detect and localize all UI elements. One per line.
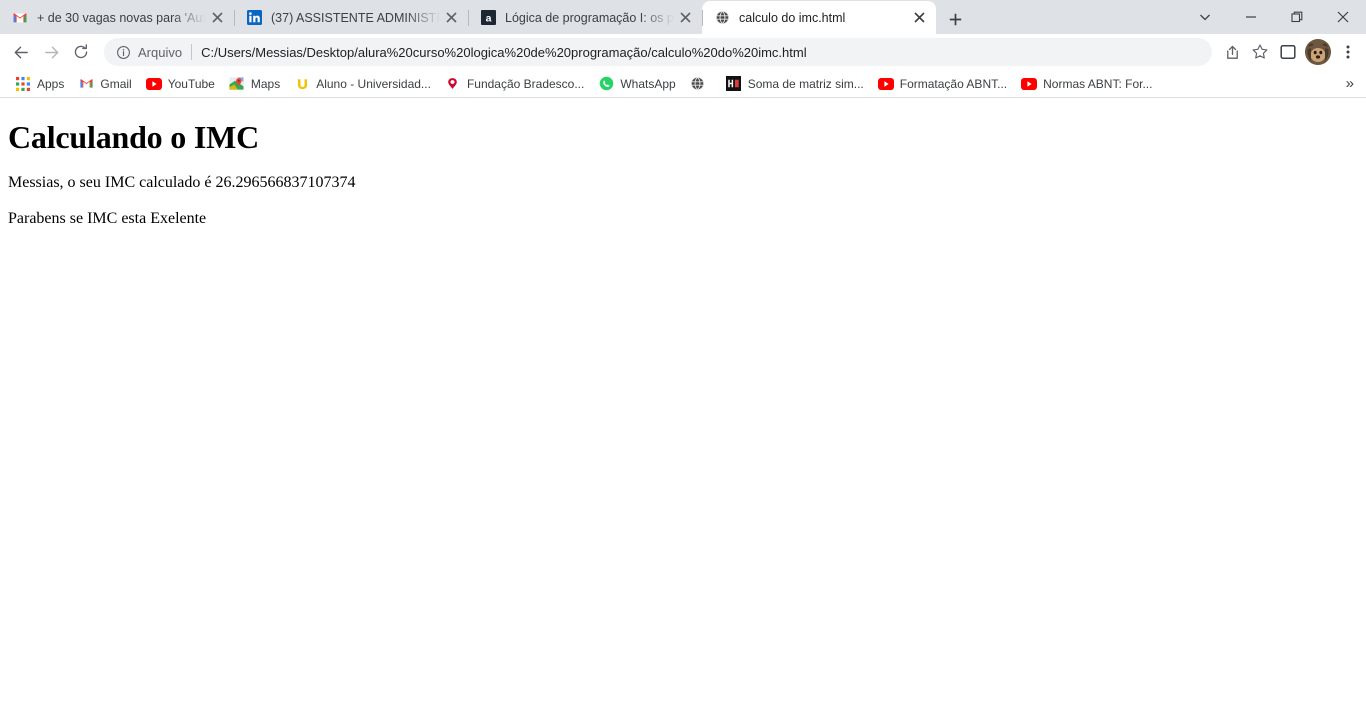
close-icon[interactable] [908,7,930,29]
omnibox-divider [191,44,193,60]
bookmark-unlabeled-globe[interactable] [683,73,719,95]
apps-grid-icon [15,76,31,92]
close-window-button[interactable] [1320,0,1366,34]
close-icon[interactable] [206,7,228,29]
three-dot-menu-icon[interactable] [1334,38,1362,66]
bookmark-label: Formatação ABNT... [899,76,1008,91]
tab-search-button[interactable] [1182,0,1228,34]
star-icon[interactable] [1246,38,1274,66]
bookmark-aluno-universidade[interactable]: Aluno - Universidad... [287,73,438,95]
address-bar[interactable]: Arquivo C:/Users/Messias/Desktop/alura%2… [104,38,1212,66]
bookmark-label: Aluno - Universidad... [316,76,431,91]
share-icon[interactable] [1218,38,1246,66]
youtube-icon [145,76,162,92]
back-arrow-icon[interactable] [6,37,36,67]
youtube-icon [1021,76,1038,92]
bookmark-label: Gmail [100,76,132,91]
side-panel-icon[interactable] [1274,38,1302,66]
browser-tab-active[interactable]: calculo do imc.html [702,1,936,34]
bookmarks-overflow-button[interactable]: » [1342,74,1358,93]
page-content: Calculando o IMC Messias, o seu IMC calc… [0,119,1366,728]
linkedin-icon [246,10,262,26]
maximize-button[interactable] [1274,0,1320,34]
tab-title: Lógica de programação I: os prim [505,10,674,25]
tab-title: calculo do imc.html [739,10,846,25]
bookmark-label: Maps [250,76,281,91]
tab-title: (37) ASSISTENTE ADMINISTRATIV [271,10,440,25]
browser-tab[interactable]: (37) ASSISTENTE ADMINISTRATIV [234,1,468,34]
bookmark-formatacao-abnt[interactable]: Formatação ABNT... [871,73,1014,95]
maps-icon [229,76,245,92]
alura-icon: a [480,10,496,26]
new-tab-button[interactable] [938,5,972,33]
globe-icon [690,76,706,92]
bookmark-soma-de-matriz[interactable]: Soma de matriz sim... [719,73,871,95]
bookmark-maps[interactable]: Maps [222,73,287,95]
bookmark-label: Fundação Bradesco... [466,76,585,91]
svg-text:a: a [485,12,491,24]
bookmark-apps[interactable]: Apps [8,73,71,95]
url-text: C:/Users/Messias/Desktop/alura%20curso%2… [201,44,807,60]
bookmark-youtube[interactable]: YouTube [139,73,222,95]
gmail-icon [12,10,28,26]
window-controls [1182,0,1366,34]
page-title: Calculando o IMC [8,119,260,155]
bookmark-gmail[interactable]: Gmail [71,73,138,95]
u-yellow-icon [294,76,310,92]
bookmark-label: WhatsApp [620,76,676,91]
bookmark-whatsapp[interactable]: WhatsApp [591,73,682,95]
minimize-button[interactable] [1228,0,1274,34]
bookmark-label: YouTube [167,76,215,91]
avatar[interactable] [1305,39,1331,65]
close-icon[interactable] [674,7,696,29]
gmail-icon [78,76,94,92]
bookmark-label: Apps [37,76,65,91]
whatsapp-icon [598,76,614,92]
bookmark-normas-abnt[interactable]: Normas ABNT: For... [1014,73,1159,95]
close-icon[interactable] [440,7,462,29]
bookmark-label: Soma de matriz sim... [747,76,864,91]
tab-title: + de 30 vagas novas para 'Auxilia [37,10,206,25]
black-square-icon [726,76,742,92]
bookmark-label: Normas ABNT: For... [1043,76,1153,91]
bookmark-fundacao-bradesco[interactable]: Fundação Bradesco... [438,73,591,95]
info-circle-icon[interactable] [115,44,131,60]
forward-arrow-icon[interactable] [36,37,66,67]
browser-toolbar: Arquivo C:/Users/Messias/Desktop/alura%2… [0,34,1366,70]
imc-result-paragraph: Messias, o seu IMC calculado é 26.296566… [8,173,356,191]
reload-icon[interactable] [66,37,96,67]
browser-tab[interactable]: + de 30 vagas novas para 'Auxilia [0,1,234,34]
imc-message-paragraph: Parabens se IMC esta Exelente [8,209,207,227]
tab-strip: + de 30 vagas novas para 'Auxilia (37) A… [0,0,1366,34]
url-scheme-label: Arquivo [138,44,183,60]
bradesco-icon [445,76,461,92]
bookmarks-bar: Apps Gmail YouTube Maps Aluno - Universi… [0,70,1366,98]
tab-list: + de 30 vagas novas para 'Auxilia (37) A… [0,0,972,34]
browser-tab[interactable]: a Lógica de programação I: os prim [468,1,702,34]
globe-icon [714,10,730,26]
youtube-icon [877,76,894,92]
